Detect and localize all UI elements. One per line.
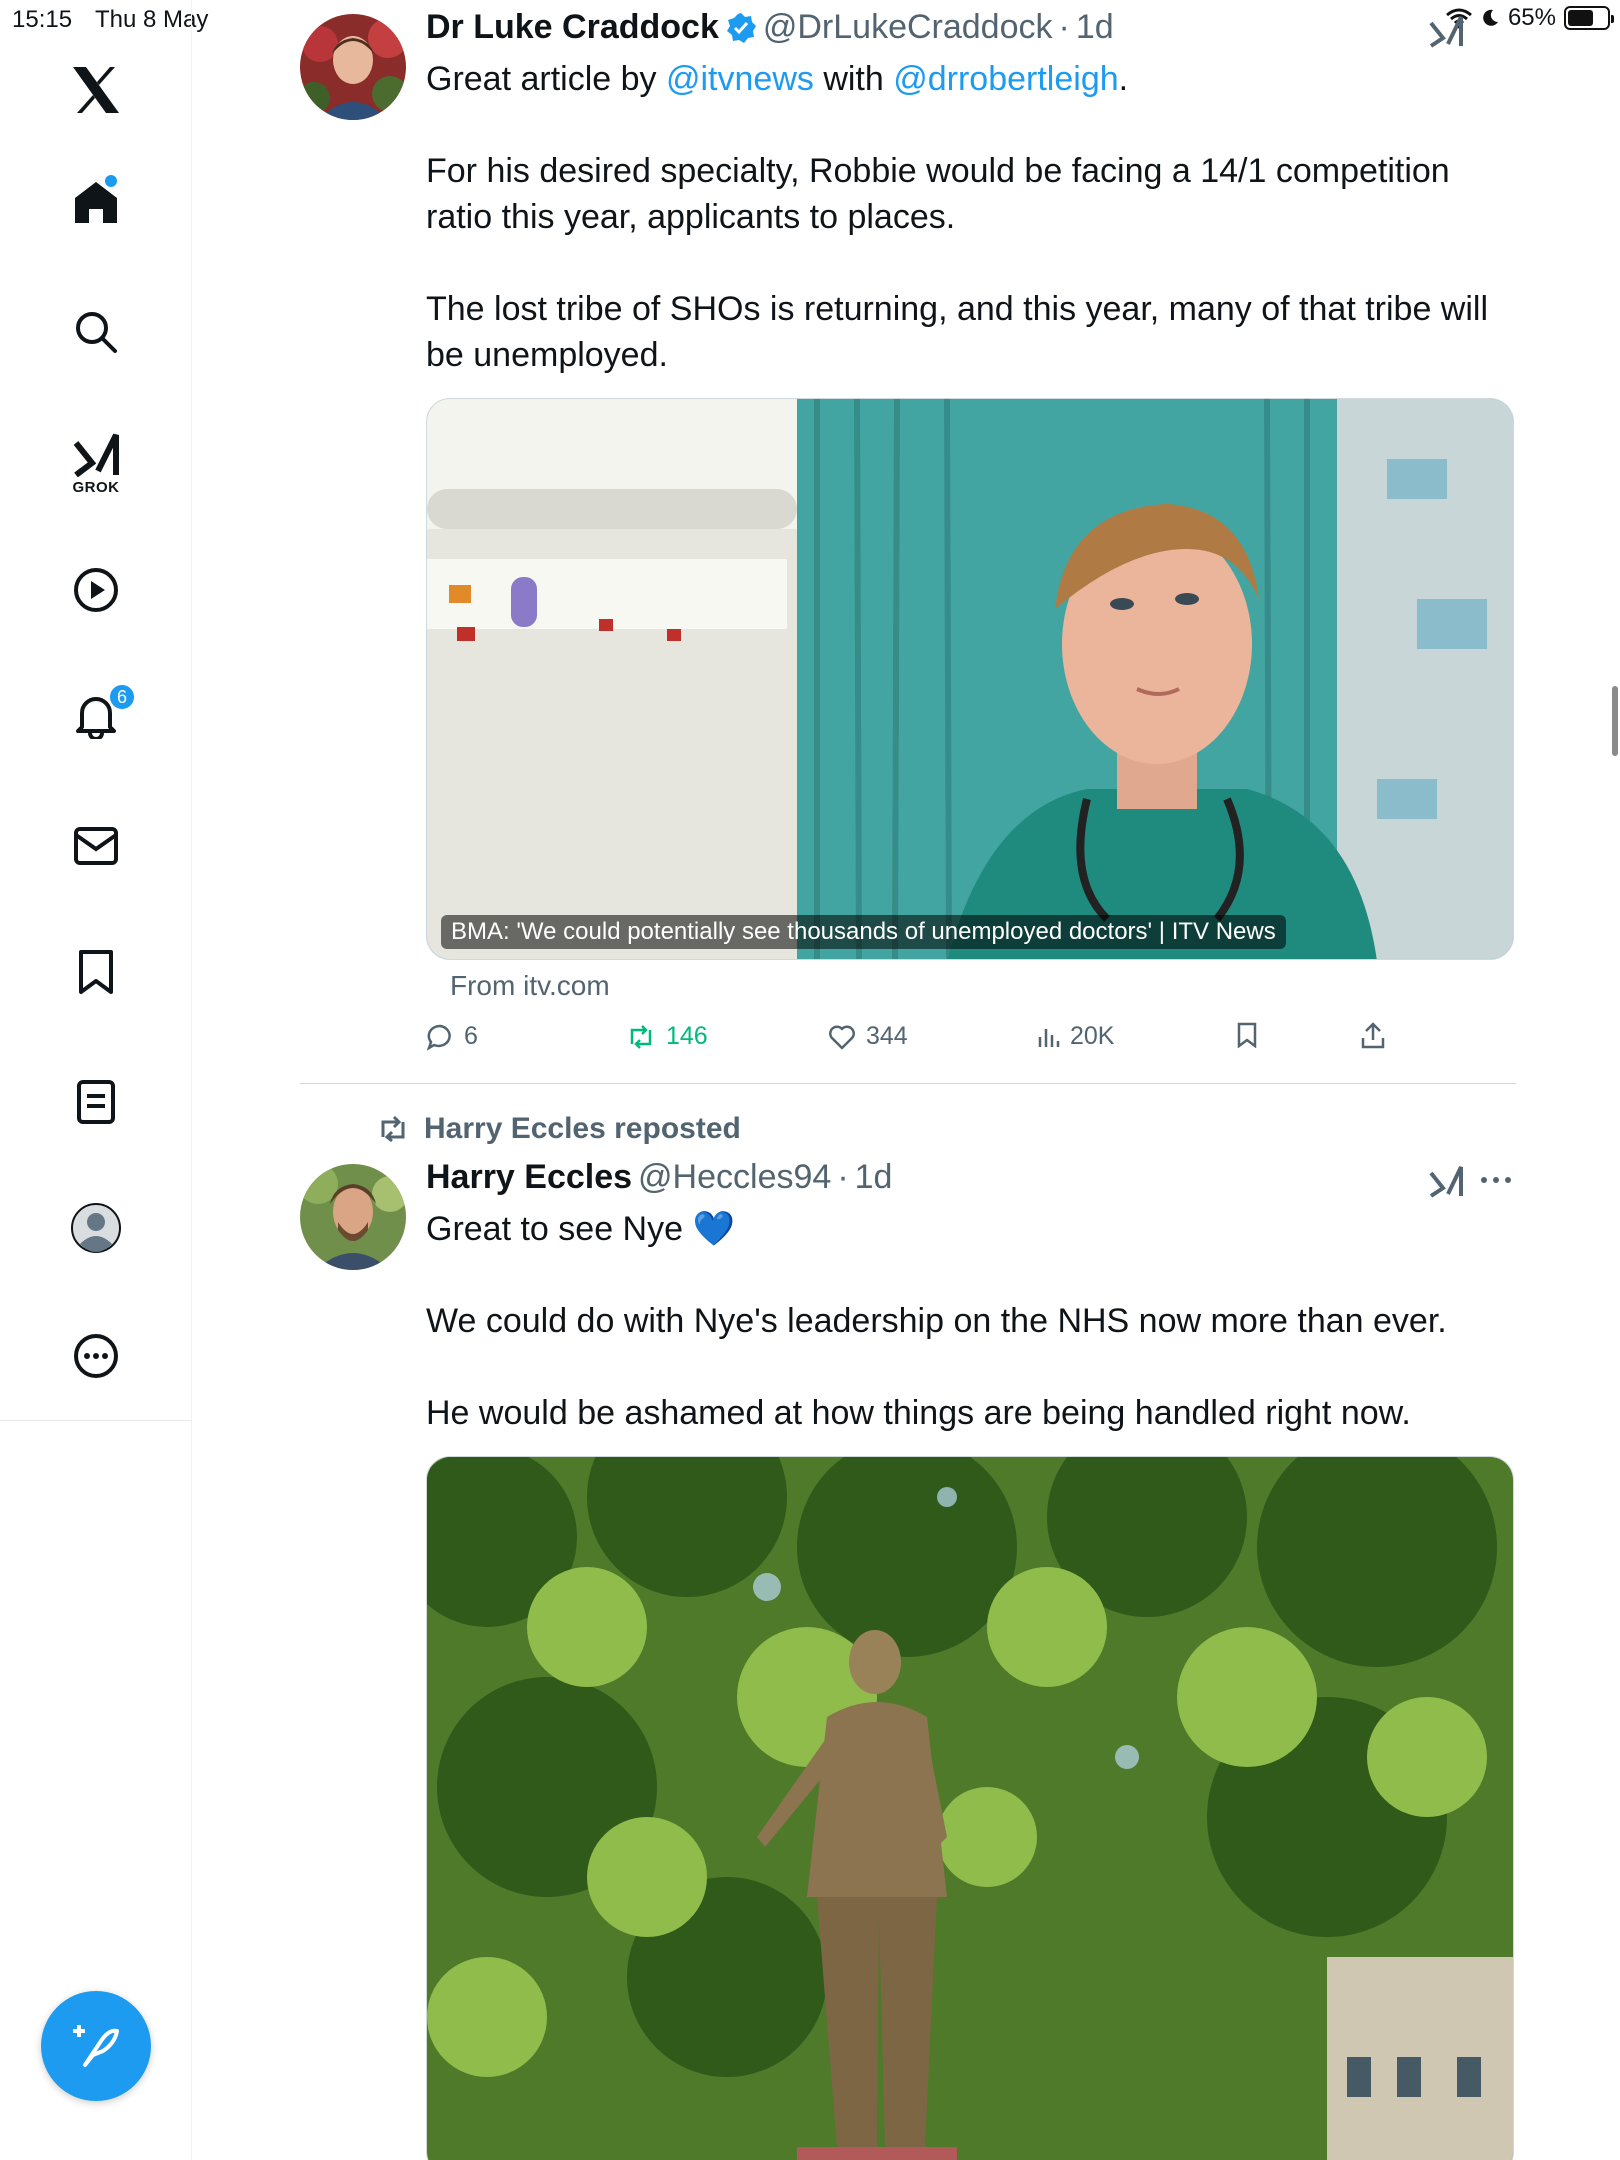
view-count: 20K (1070, 1022, 1115, 1050)
display-name[interactable]: Harry Eccles (426, 1158, 632, 1197)
battery-icon (1564, 6, 1614, 30)
share-button[interactable] (1360, 1022, 1386, 1050)
like-button[interactable]: 344 (828, 1022, 908, 1051)
grok-label: GROK (72, 478, 120, 496)
sidebar-item-more[interactable] (0, 1328, 192, 1384)
more-options-icon[interactable] (1480, 1176, 1512, 1184)
tweet-paragraph: Great to see Nye 💙 (426, 1210, 735, 1248)
tweet-header: Dr Luke Craddock @DrLukeCraddock · 1d (426, 8, 1114, 47)
grok-icon[interactable] (1428, 14, 1464, 48)
repost-icon (630, 1024, 652, 1049)
share-icon (1361, 1022, 1385, 1049)
tweet-paragraph: We could do with Nye's leadership on the… (426, 1302, 1447, 1340)
repost-label: Harry Eccles reposted (424, 1112, 741, 1145)
like-count: 344 (866, 1022, 908, 1050)
link-source[interactable]: From itv.com (450, 970, 610, 1002)
repost-button[interactable]: 146 (626, 1022, 708, 1051)
tweet-text: Great to see Nye 💙 We could do with Nye'… (426, 1206, 1516, 1436)
x-logo-icon[interactable] (0, 58, 192, 122)
avatar-icon (71, 1203, 121, 1253)
bookmark-icon (79, 950, 113, 994)
play-icon (74, 568, 118, 612)
tweet-divider (300, 1083, 1516, 1084)
link-card-caption: BMA: 'We could potentially see thousands… (441, 915, 1286, 949)
scrollbar[interactable] (1612, 686, 1618, 756)
views-button[interactable]: 20K (1036, 1022, 1114, 1051)
sidebar-item-lists[interactable] (0, 1074, 192, 1130)
compose-button[interactable] (41, 1991, 151, 2101)
sidebar: GROK 6 (0, 0, 192, 2160)
grok-icon[interactable] (1428, 1164, 1464, 1198)
notifications-badge: 6 (108, 683, 136, 711)
status-indicators: 65% (1445, 4, 1614, 32)
mention-link[interactable]: @itvnews (666, 60, 814, 98)
tweet-actions: 6 146 344 20K (426, 1022, 1516, 1058)
timestamp[interactable]: 1d (1076, 8, 1114, 47)
more-icon (74, 1334, 118, 1378)
analytics-icon (1038, 1028, 1060, 1047)
text-segment: Great article by (426, 60, 666, 98)
display-name[interactable]: Dr Luke Craddock (426, 8, 719, 47)
sidebar-divider (0, 1420, 192, 1421)
sidebar-item-search[interactable] (0, 304, 192, 360)
handle[interactable]: @Heccles94 (638, 1158, 831, 1197)
tweet-paragraph: The lost tribe of SHOs is returning, and… (426, 290, 1489, 374)
text-segment: with (813, 60, 894, 98)
reply-icon (426, 1024, 451, 1051)
sidebar-item-grok[interactable]: GROK (0, 424, 192, 502)
separator-dot: · (837, 1158, 849, 1196)
repost-count: 146 (666, 1022, 708, 1050)
tweet-text: Great article by @itvnews with @drrobert… (426, 56, 1516, 378)
search-icon (76, 312, 117, 353)
battery-percent: 65% (1507, 4, 1556, 31)
heart-icon (829, 1025, 855, 1049)
avatar[interactable] (300, 1164, 406, 1270)
tweet-image[interactable] (426, 1456, 1514, 2160)
link-card-image[interactable]: BMA: 'We could potentially see thousands… (426, 398, 1514, 960)
sidebar-item-messages[interactable] (0, 818, 192, 874)
bookmark-button[interactable] (1236, 1022, 1258, 1048)
sidebar-item-home[interactable] (0, 174, 192, 230)
timestamp[interactable]: 1d (855, 1158, 893, 1197)
mention-link[interactable]: @drrobertleigh (893, 60, 1118, 98)
handle[interactable]: @DrLukeCraddock (763, 8, 1053, 47)
moon-icon (1483, 9, 1498, 26)
grok-icon (73, 433, 119, 477)
tweet-header: Harry Eccles @Heccles94 · 1d (426, 1158, 892, 1197)
tweet-paragraph: He would be ashamed at how things are be… (426, 1394, 1411, 1432)
repost-indicator[interactable]: Harry Eccles reposted (376, 1112, 741, 1146)
tweet-paragraph: For his desired specialty, Robbie would … (426, 152, 1450, 236)
repost-icon (381, 1115, 405, 1143)
reply-count: 6 (464, 1022, 478, 1050)
compose-feather-icon (73, 2025, 119, 2067)
sidebar-item-bookmarks[interactable] (0, 944, 192, 1000)
sidebar-item-video[interactable] (0, 562, 192, 618)
list-icon (77, 1080, 115, 1124)
sidebar-item-profile[interactable] (0, 1200, 192, 1256)
separator-dot: · (1058, 8, 1070, 46)
sidebar-item-notifications[interactable]: 6 (0, 683, 192, 744)
new-posts-dot (105, 175, 117, 187)
avatar[interactable] (300, 14, 406, 120)
mail-icon (74, 827, 118, 865)
reply-button[interactable]: 6 (426, 1022, 478, 1051)
verified-badge-icon (726, 12, 756, 43)
text-segment: . (1118, 60, 1129, 98)
bookmark-icon (1237, 1022, 1257, 1048)
